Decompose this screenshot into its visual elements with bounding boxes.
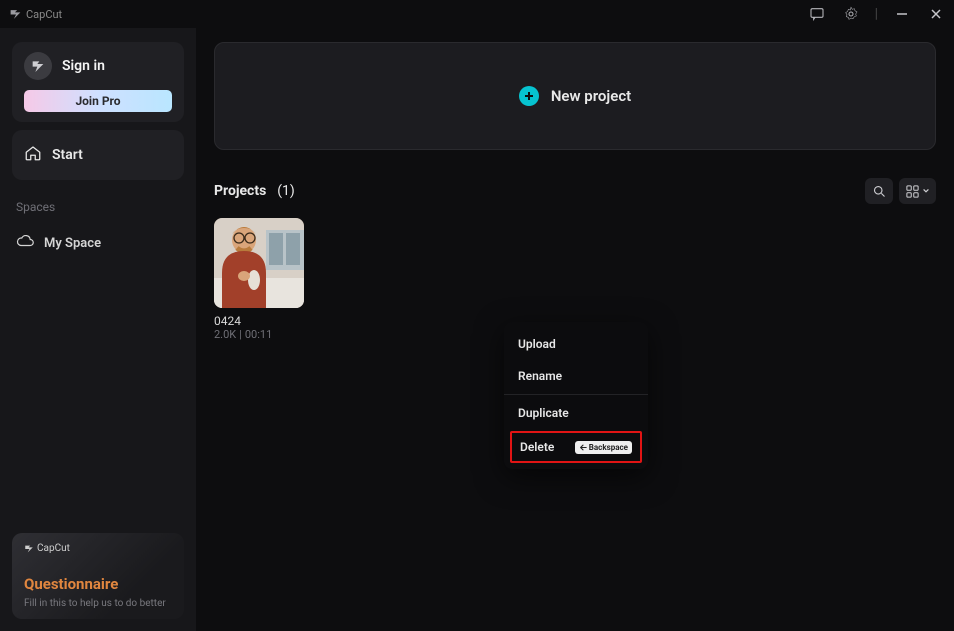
app-name: CapCut [26, 8, 62, 21]
home-icon [24, 144, 42, 166]
view-mode-button[interactable] [899, 178, 936, 204]
project-name: 0424 [214, 314, 304, 328]
project-context-menu: Upload Rename Duplicate Delete Backspace [504, 322, 648, 469]
main-content: New project Projects (1) [196, 28, 954, 631]
project-meta: 2.0K|00:11 [214, 328, 304, 341]
sidebar-item-myspace[interactable]: My Space [12, 224, 184, 262]
shortcut-badge: Backspace [575, 441, 632, 454]
projects-count: (1) [270, 183, 295, 199]
nav-card: Start [12, 130, 184, 180]
my-space-label: My Space [44, 236, 101, 251]
avatar-icon [24, 52, 52, 80]
projects-header: Projects (1) [214, 178, 936, 204]
cloud-icon [16, 232, 34, 254]
start-label: Start [52, 147, 83, 163]
feedback-icon[interactable] [807, 4, 827, 24]
close-button[interactable] [926, 4, 946, 24]
project-tile[interactable]: 0424 2.0K|00:11 [214, 218, 304, 341]
ctx-upload[interactable]: Upload [504, 328, 648, 360]
join-pro-button[interactable]: Join Pro [24, 90, 172, 112]
ctx-delete[interactable]: Delete Backspace [510, 431, 642, 463]
sidebar-item-start[interactable]: Start [12, 134, 184, 176]
project-thumbnail[interactable] [214, 218, 304, 308]
promo-badge: CapCut [24, 543, 70, 554]
auth-card: Sign in Join Pro [12, 42, 184, 122]
chevron-down-icon [922, 187, 930, 195]
sidebar: Sign in Join Pro Start Spaces My Space [0, 28, 196, 631]
new-project-label: New project [551, 87, 631, 105]
promo-subtitle: Fill in this to help us to do better [24, 598, 166, 609]
minimize-button[interactable] [892, 4, 912, 24]
titlebar: CapCut | [0, 0, 954, 28]
search-projects-button[interactable] [865, 178, 893, 204]
ctx-divider [504, 394, 648, 395]
plus-icon [519, 86, 539, 106]
projects-title: Projects [214, 183, 266, 199]
app-logo-icon [8, 7, 22, 21]
signin-label: Sign in [62, 58, 105, 74]
spaces-section-label: Spaces [12, 196, 184, 224]
new-project-button[interactable]: New project [214, 42, 936, 150]
settings-icon[interactable] [841, 4, 861, 24]
ctx-rename[interactable]: Rename [504, 360, 648, 392]
titlebar-divider: | [875, 6, 878, 22]
promo-title: Questionnaire [24, 575, 118, 593]
ctx-duplicate[interactable]: Duplicate [504, 397, 648, 429]
signin-button[interactable]: Sign in [24, 52, 172, 80]
promo-questionnaire[interactable]: CapCut Questionnaire Fill in this to hel… [12, 533, 184, 619]
